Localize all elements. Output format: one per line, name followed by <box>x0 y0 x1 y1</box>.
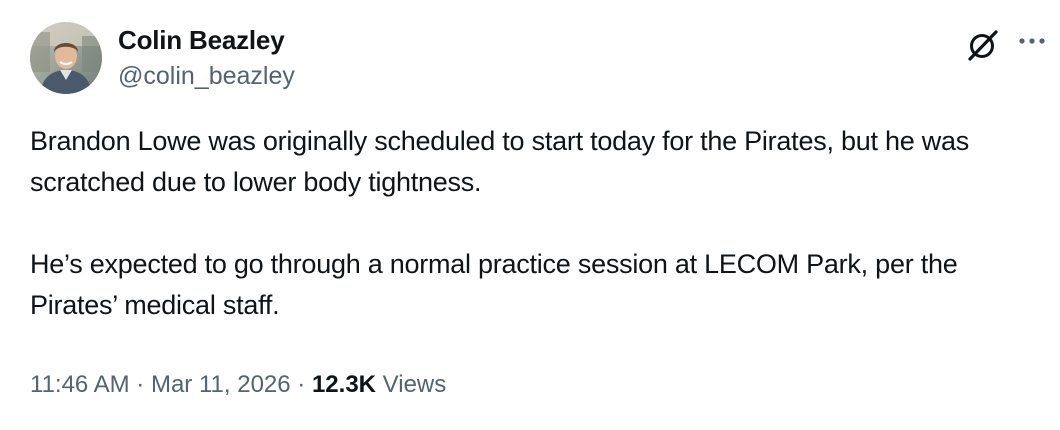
tweet-paragraph: Brandon Lowe was originally scheduled to… <box>30 126 970 197</box>
tweet-meta: 11:46 AM · Mar 11, 2026 · 12.3K Views <box>30 370 446 400</box>
timestamp-time[interactable]: 11:46 AM <box>30 371 130 398</box>
meta-separator: · <box>297 371 306 398</box>
author-block: Colin Beazley @colin_beazley <box>118 24 295 92</box>
views-count: 12.3K <box>311 371 376 398</box>
views-label: Views <box>382 371 447 398</box>
timestamp-date[interactable]: Mar 11, 2026 <box>151 371 291 398</box>
meta-separator: · <box>136 371 145 398</box>
grok-icon[interactable] <box>966 28 1000 62</box>
author-display-name[interactable]: Colin Beazley <box>118 24 295 56</box>
avatar-photo <box>30 22 102 94</box>
tweet-paragraph: He’s expected to go through a normal pra… <box>30 249 958 320</box>
more-icon[interactable] <box>1017 34 1047 46</box>
avatar[interactable] <box>30 22 102 94</box>
tweet-text: Brandon Lowe was originally scheduled to… <box>30 121 1050 326</box>
author-handle[interactable]: @colin_beazley <box>118 60 295 92</box>
tweet-card: Colin Beazley @colin_beazley Brandon Low… <box>0 0 1060 430</box>
views-link[interactable]: 12.3K Views <box>312 371 446 398</box>
